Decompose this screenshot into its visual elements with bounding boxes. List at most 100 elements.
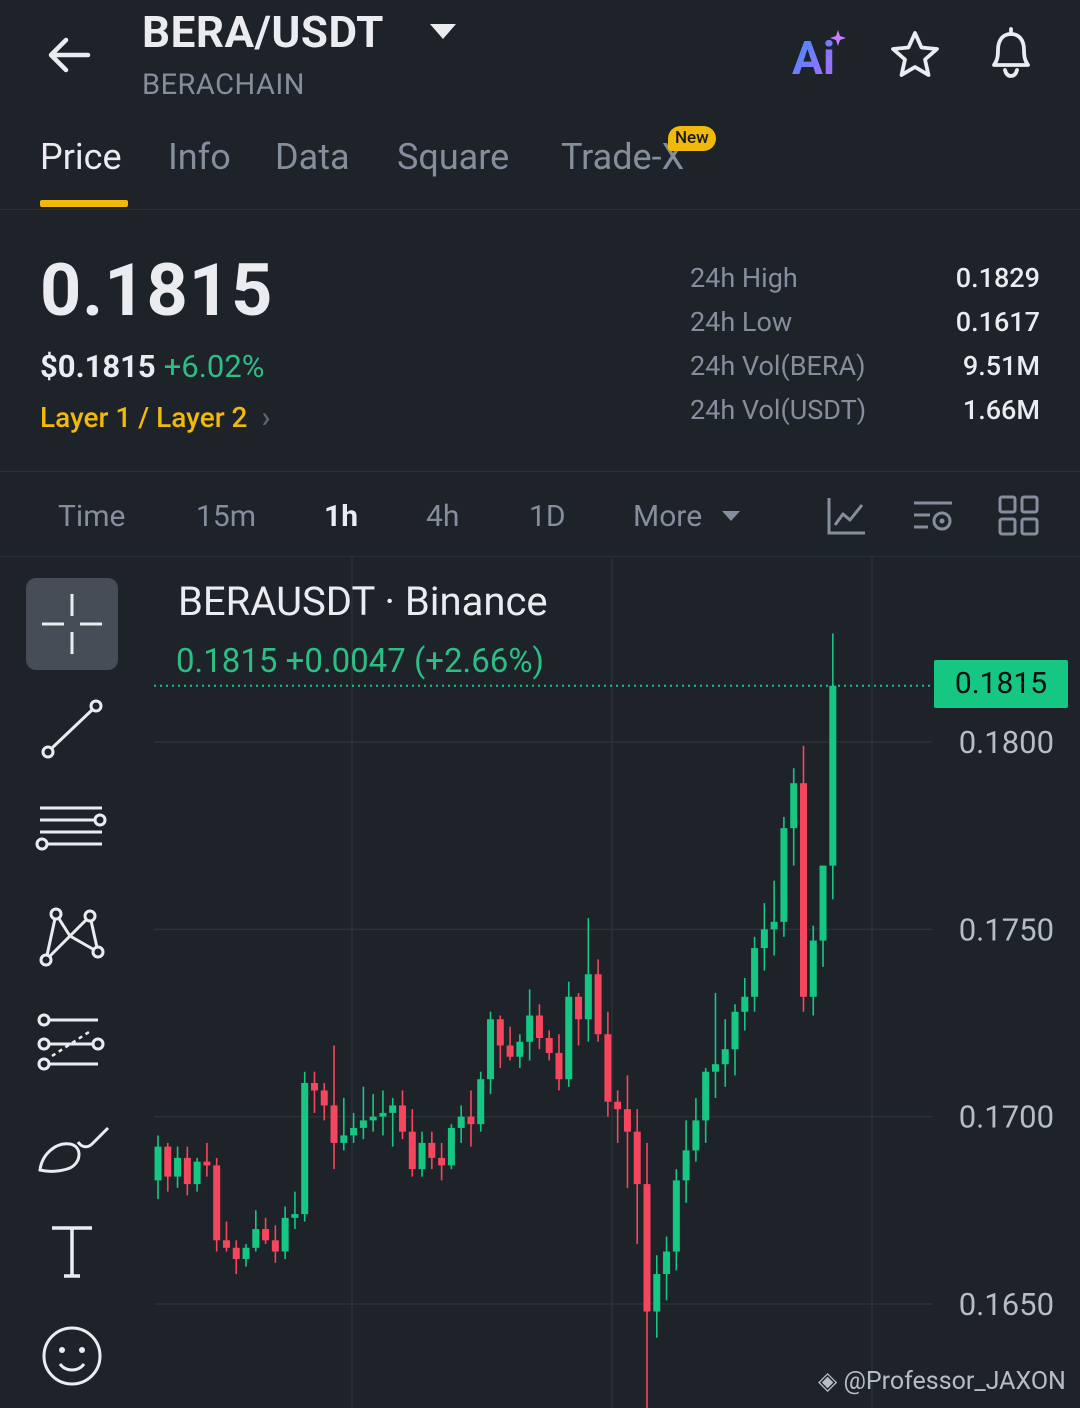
tab-bar: Price Info Data Square Trade-X New	[0, 120, 1080, 210]
ai-assistant-icon[interactable]: Ai	[790, 26, 850, 80]
candle-body	[594, 974, 602, 1035]
pair-dropdown-caret-icon[interactable]	[430, 24, 456, 39]
candle-body	[506, 1045, 514, 1057]
candle-body	[320, 1090, 328, 1106]
candle-body	[399, 1105, 406, 1132]
candle-body	[154, 1146, 162, 1181]
pattern-tool[interactable]	[26, 890, 118, 982]
candle-body	[438, 1157, 446, 1166]
text-tool[interactable]	[26, 1204, 118, 1296]
tab-price[interactable]: Price	[40, 136, 122, 178]
indicator-chart-icon[interactable]	[826, 495, 868, 537]
candle-body	[222, 1240, 230, 1248]
candle-body	[457, 1116, 465, 1128]
candle-body	[741, 996, 749, 1012]
crosshair-tool[interactable]	[26, 578, 118, 670]
stat-row: 24h Vol(USDT) 1.66M	[690, 394, 1040, 438]
more-dropdown-caret-icon[interactable]	[722, 511, 740, 521]
candle-body	[203, 1161, 211, 1166]
brush-tool[interactable]	[26, 1104, 118, 1196]
horizontal-lines-tool[interactable]	[26, 786, 118, 878]
header: BERA/USDT BERACHAIN Ai	[0, 0, 1080, 110]
chart-area[interactable]: 0.1800 0.1750 0.1700 0.1650 BERAUSDT · B…	[0, 558, 1080, 1408]
last-price-tag: 0.1815	[934, 660, 1068, 708]
candle-body	[672, 1180, 680, 1252]
y-axis-tick-label: 0.1800	[959, 724, 1054, 761]
candle-body	[174, 1157, 182, 1177]
stat-value: 9.51M	[962, 350, 1040, 382]
trend-line-tool[interactable]	[26, 680, 118, 772]
active-tab-indicator	[40, 200, 128, 207]
candle-body	[213, 1165, 221, 1241]
svg-text:Ai: Ai	[792, 32, 835, 80]
tab-data[interactable]: Data	[275, 136, 350, 178]
new-badge: New	[668, 126, 716, 151]
candle-body	[271, 1240, 279, 1252]
candle-body	[526, 1015, 534, 1042]
candle-body	[663, 1251, 671, 1275]
category-link[interactable]: Layer 1 / Layer 2 ›	[40, 400, 271, 435]
interval-4h[interactable]: 4h	[426, 499, 459, 534]
interval-more[interactable]: More	[633, 499, 702, 534]
candle-body	[799, 783, 807, 997]
candle-body	[702, 1071, 710, 1121]
tab-trade-x[interactable]: Trade-X	[561, 136, 684, 178]
candle-body	[310, 1082, 318, 1091]
candle-body	[584, 974, 592, 1020]
stat-label: 24h Vol(BERA)	[690, 350, 866, 382]
back-arrow-icon[interactable]	[40, 30, 100, 80]
fib-levels-icon	[37, 1013, 105, 1071]
stats-24h: 24h High 0.1829 24h Low 0.1617 24h Vol(B…	[690, 262, 1040, 438]
chart-quote-line: 0.1815 +0.0047 (+2.66%)	[176, 642, 544, 681]
candle-body	[350, 1127, 358, 1136]
chart-symbol-title: BERAUSDT · Binance	[178, 578, 548, 625]
interval-1d[interactable]: 1D	[529, 499, 566, 534]
watermark-text: ◈ @Professor_JAXON	[818, 1366, 1066, 1396]
trend-line-icon	[41, 699, 103, 759]
interval-1h[interactable]: 1h	[324, 499, 358, 534]
candle-body	[780, 828, 788, 922]
candle-body	[164, 1146, 172, 1177]
watermark-handle: @Professor_JAXON	[843, 1367, 1066, 1396]
candle-body	[369, 1116, 377, 1121]
text-icon	[52, 1226, 92, 1278]
tab-square[interactable]: Square	[397, 136, 509, 178]
favorite-star-icon[interactable]	[886, 28, 944, 82]
candle-body	[408, 1131, 416, 1170]
fib-tool[interactable]	[26, 998, 118, 1090]
price-summary: 0.1815 $0.1815 +6.02% Layer 1 / Layer 2 › …	[0, 210, 1080, 472]
candle-body	[183, 1157, 191, 1185]
stat-value: 1.66M	[962, 394, 1040, 426]
pair-title[interactable]: BERA/USDT	[142, 6, 384, 58]
stat-row: 24h Vol(BERA) 9.51M	[690, 350, 1040, 394]
y-axis-tick-label: 0.1750	[959, 911, 1054, 948]
candle-body	[428, 1142, 436, 1158]
category-label: Layer 1 / Layer 2	[40, 401, 248, 434]
stat-row: 24h High 0.1829	[690, 262, 1040, 306]
interval-15m[interactable]: 15m	[196, 499, 256, 534]
candle-body	[477, 1079, 485, 1125]
crosshair-icon	[42, 594, 102, 654]
bell-notification-icon[interactable]	[982, 26, 1040, 80]
candle-body	[790, 783, 798, 829]
chart-settings-icon[interactable]	[912, 495, 954, 537]
candle-body	[751, 948, 759, 997]
candle-body	[281, 1217, 289, 1252]
usd-price: $0.1815	[40, 348, 156, 385]
candlestick-chart[interactable]: 0.1800 0.1750 0.1700 0.1650	[0, 558, 1080, 1408]
candle-body	[555, 1052, 563, 1080]
smiley-icon	[42, 1326, 102, 1386]
candle-body	[623, 1109, 631, 1132]
candle-body	[252, 1229, 260, 1248]
candle-body	[575, 996, 583, 1020]
grid-layout-icon[interactable]	[998, 495, 1040, 537]
emoji-tool[interactable]	[26, 1310, 118, 1402]
candle-body	[819, 865, 827, 941]
candle-body	[535, 1015, 543, 1038]
y-axis-tick-label: 0.1650	[959, 1286, 1054, 1323]
candle-body	[809, 940, 817, 997]
candle-body	[711, 1064, 719, 1072]
interval-time[interactable]: Time	[58, 499, 125, 534]
interval-bar: Time 15m 1h 4h 1D More	[0, 473, 1080, 557]
tab-info[interactable]: Info	[168, 136, 231, 178]
